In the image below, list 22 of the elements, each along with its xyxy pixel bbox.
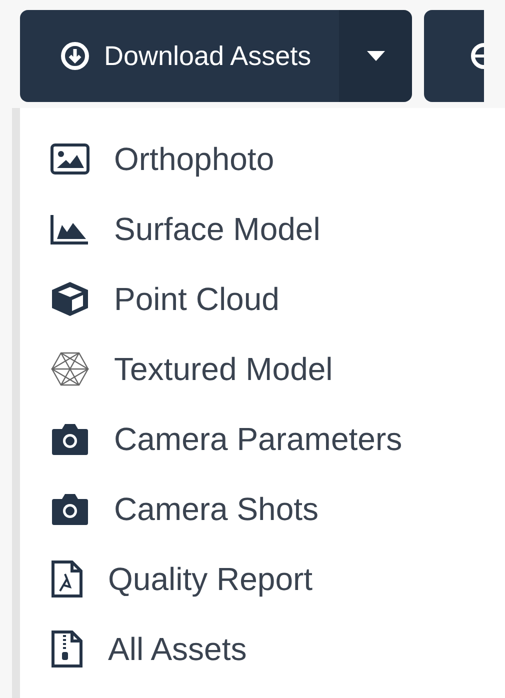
caret-icon <box>366 51 385 61</box>
menu-item[interactable]: Orthophoto <box>20 124 505 194</box>
menu-item[interactable]: All Assets <box>20 614 505 684</box>
menu-item[interactable]: Camera Parameters <box>20 404 505 474</box>
toolbar-button[interactable] <box>424 10 484 102</box>
zip-file-icon <box>50 630 84 668</box>
globe-icon <box>470 42 484 70</box>
image-icon <box>50 143 90 175</box>
mesh-icon <box>50 351 90 387</box>
download-button[interactable]: Download Assets <box>20 10 340 102</box>
menu-item[interactable]: Camera Shots <box>20 474 505 544</box>
camera-icon <box>50 422 90 456</box>
camera-icon <box>50 492 90 526</box>
area-chart-icon <box>50 213 90 245</box>
menu-item[interactable]: Textured Model <box>20 334 505 404</box>
dropdown-toggle[interactable] <box>339 10 412 102</box>
pdf-file-icon <box>50 560 84 598</box>
menu-item[interactable]: Point Cloud <box>20 264 505 334</box>
menu-item[interactable]: Quality Report <box>20 544 505 614</box>
cube-icon <box>50 281 90 317</box>
download-icon <box>60 41 90 71</box>
menu-item[interactable]: Surface Model <box>20 194 505 264</box>
